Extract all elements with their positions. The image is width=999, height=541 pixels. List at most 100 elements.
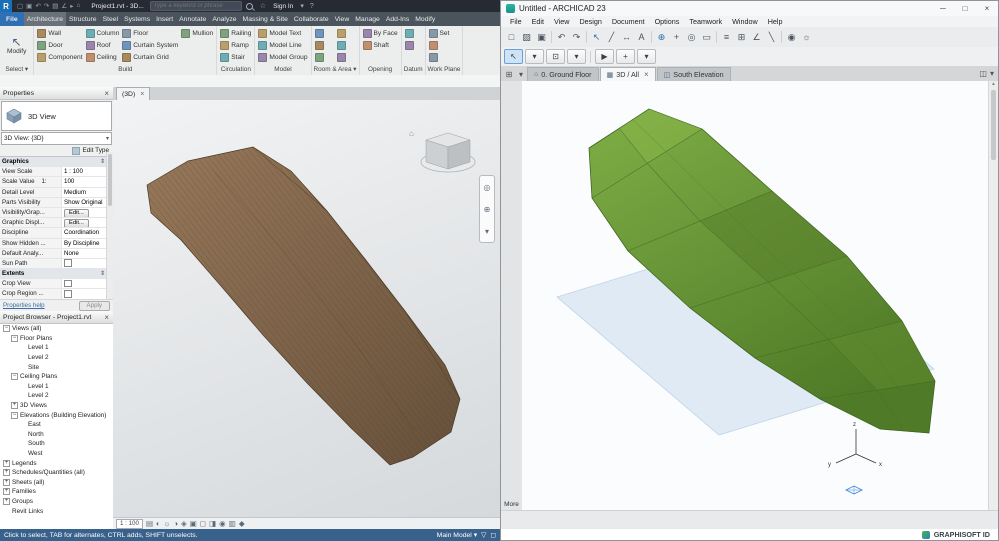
ribbon-tool-ramp[interactable]: Ramp bbox=[220, 39, 251, 51]
tab-close-icon[interactable]: × bbox=[644, 70, 649, 79]
tree-item-groups[interactable]: + Groups bbox=[0, 497, 113, 507]
revit-app-icon[interactable]: R bbox=[0, 0, 12, 12]
ribbon-tool-roof[interactable]: Roof bbox=[85, 39, 120, 51]
type-selector[interactable]: 3D View bbox=[1, 101, 112, 131]
close-icon[interactable]: × bbox=[103, 313, 110, 322]
tree-item-level-2[interactable]: Level 2 bbox=[0, 353, 113, 363]
save-icon[interactable]: ▣ bbox=[534, 30, 549, 45]
zoom-icon[interactable]: ⊕ bbox=[484, 205, 491, 214]
layers-icon[interactable]: ≡ bbox=[719, 30, 734, 45]
menu-view[interactable]: View bbox=[549, 17, 574, 26]
scale-button[interactable]: 1 : 100 bbox=[116, 518, 143, 529]
favorites-icon[interactable]: ☆ bbox=[260, 2, 266, 10]
navigation-bar[interactable]: ◎ ⊕ ▾ bbox=[479, 175, 495, 243]
text-icon[interactable]: A bbox=[634, 30, 649, 45]
menu-file[interactable]: File bbox=[505, 17, 527, 26]
ribbon-tool-model-text[interactable]: Model Text bbox=[258, 27, 307, 39]
navigator-popup-icon[interactable]: ▾ bbox=[515, 68, 527, 81]
minimize-icon[interactable]: ─ bbox=[932, 1, 954, 16]
measure-icon[interactable]: ∠ bbox=[61, 2, 67, 10]
organizer-icon[interactable]: ◫ bbox=[979, 69, 987, 78]
search-icon[interactable] bbox=[245, 2, 253, 10]
arrow-options-icon[interactable]: ▾ bbox=[525, 49, 544, 64]
filter-icon[interactable]: ▽ bbox=[481, 531, 486, 539]
tree-item-level-1[interactable]: Level 1 bbox=[0, 382, 113, 392]
tree-item-legends[interactable]: + Legends bbox=[0, 458, 113, 468]
camera-icon[interactable]: ◉ bbox=[784, 30, 799, 45]
ribbon-tool-stair[interactable]: Stair bbox=[220, 52, 251, 64]
menu-options[interactable]: Options bbox=[650, 17, 685, 26]
ribbon-tool-wall[interactable]: Wall bbox=[37, 27, 82, 39]
ribbon-tool-model-line[interactable]: Model Line bbox=[258, 39, 307, 51]
scroll-up-icon[interactable]: ▲ bbox=[991, 81, 996, 87]
toposurface[interactable] bbox=[146, 146, 461, 466]
design-options-dropdown[interactable]: Main Model ▾ bbox=[437, 531, 477, 539]
open-icon[interactable]: ▨ bbox=[519, 30, 534, 45]
ribbon-tool-by-face[interactable]: By Face bbox=[362, 27, 398, 39]
analytical-model-icon[interactable]: ◆ bbox=[239, 519, 245, 528]
ribbon-tab-manage[interactable]: Manage bbox=[352, 12, 383, 26]
steering-wheel-icon[interactable]: ◎ bbox=[484, 183, 491, 192]
menu-design[interactable]: Design bbox=[574, 17, 606, 26]
tree-item-west[interactable]: West bbox=[0, 449, 113, 459]
properties-scrollbar[interactable] bbox=[106, 152, 113, 299]
new-icon[interactable]: □ bbox=[504, 30, 519, 45]
viewcube[interactable]: ⌂ bbox=[409, 129, 476, 173]
pen-icon[interactable]: ╱ bbox=[604, 30, 619, 45]
ribbon-tool-show[interactable] bbox=[428, 39, 460, 51]
ribbon-tool-shaft[interactable]: Shaft bbox=[362, 39, 398, 51]
ribbon-tool-curtain-grid[interactable]: Curtain Grid bbox=[122, 52, 178, 64]
tree-item-revit-links[interactable]: Revit Links bbox=[0, 506, 113, 516]
ribbon-tool-ref-plane[interactable] bbox=[428, 52, 460, 64]
crop-region-icon[interactable]: ◻ bbox=[200, 519, 206, 528]
ribbon-tool-component[interactable]: Component bbox=[37, 52, 83, 64]
ribbon-tab-analyze[interactable]: Analyze bbox=[209, 12, 239, 26]
properties-help-link[interactable]: Properties help bbox=[3, 302, 45, 309]
ribbon-tool-room[interactable] bbox=[314, 27, 334, 39]
navbar-chevron-icon[interactable]: ▾ bbox=[485, 227, 489, 236]
tree-item-sheets-all[interactable]: + Sheets (all) bbox=[0, 478, 113, 488]
redo-icon[interactable]: ↷ bbox=[44, 2, 49, 10]
properties-section-graphics[interactable]: Graphics ⇕ bbox=[0, 157, 107, 168]
close-icon[interactable]: × bbox=[976, 1, 998, 16]
edit-button[interactable]: Edit... bbox=[64, 208, 89, 218]
sun-icon[interactable]: ☼ bbox=[799, 30, 814, 45]
type-dropdown[interactable]: 3D View: {3D} ▾ bbox=[1, 132, 112, 145]
redo-icon[interactable]: ↷ bbox=[569, 30, 584, 45]
reveal-hidden-icon[interactable]: ◉ bbox=[219, 519, 226, 528]
ribbon-tool-curtain-system[interactable]: Curtain System bbox=[122, 39, 178, 51]
menu-help[interactable]: Help bbox=[763, 17, 788, 26]
checkbox-crop-region[interactable] bbox=[64, 290, 72, 298]
undo-icon[interactable]: ↶ bbox=[554, 30, 569, 45]
account-chevron-icon[interactable]: ▾ bbox=[300, 2, 304, 10]
options-icon[interactable]: ▾ bbox=[637, 49, 656, 64]
ribbon-tab-steel[interactable]: Steel bbox=[100, 12, 122, 26]
ribbon-tool-level[interactable] bbox=[404, 27, 422, 39]
edit-type-button[interactable]: Edit Type bbox=[0, 145, 113, 156]
marquee-tool-button[interactable]: ⊡ bbox=[546, 49, 565, 64]
pan-icon[interactable]: + bbox=[669, 30, 684, 45]
sign-in-button[interactable]: Sign In bbox=[273, 3, 293, 10]
ribbon-tool-area-boundary[interactable] bbox=[336, 39, 356, 51]
shadows-icon[interactable]: ◑ bbox=[173, 519, 178, 528]
tree-item-ceiling-plans[interactable]: − Ceiling Plans bbox=[0, 372, 113, 382]
ribbon-tab-collaborate[interactable]: Collaborate bbox=[291, 12, 332, 26]
ribbon-tool-tag-area[interactable] bbox=[336, 52, 356, 64]
ribbon-tab-structure[interactable]: Structure bbox=[66, 12, 100, 26]
pick-icon[interactable]: + bbox=[616, 49, 635, 64]
temporary-properties-icon[interactable]: ▥ bbox=[229, 519, 236, 528]
temporary-hide-icon[interactable]: ◨ bbox=[209, 519, 216, 528]
fit-icon[interactable]: ▭ bbox=[699, 30, 714, 45]
run-icon[interactable]: ▶ bbox=[595, 49, 614, 64]
tree-item-views-all[interactable]: − Views (all) bbox=[0, 324, 113, 334]
apply-button[interactable]: Apply bbox=[78, 300, 110, 311]
ribbon-tab-insert[interactable]: Insert bbox=[153, 12, 176, 26]
ribbon-tab-annotate[interactable]: Annotate bbox=[176, 12, 209, 26]
tree-item-level-2[interactable]: Level 2 bbox=[0, 391, 113, 401]
tree-item-site[interactable]: Site bbox=[0, 362, 113, 372]
tree-item-north[interactable]: North bbox=[0, 430, 113, 440]
print-icon[interactable]: ▤ bbox=[52, 2, 58, 10]
tree-item-families[interactable]: + Families bbox=[0, 487, 113, 497]
properties-section-extents[interactable]: Extents ⇕ bbox=[0, 269, 107, 280]
guide-icon[interactable]: ╲ bbox=[764, 30, 779, 45]
